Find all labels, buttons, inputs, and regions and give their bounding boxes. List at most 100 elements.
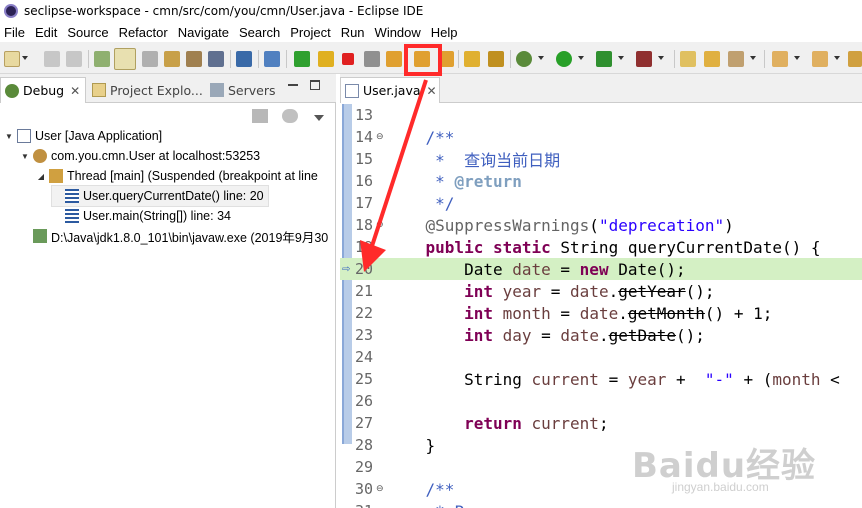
skip-breakpoints-icon[interactable] [264,51,280,67]
coverage-icon[interactable] [596,51,612,67]
fold-toggle-icon[interactable]: ⊖ [376,132,384,142]
tab-project-explorer[interactable]: Project Explo... [88,77,204,103]
code-text[interactable]: Date date = new Date(); [387,260,686,279]
code-text[interactable]: int month = date.getMonth() + 1; [387,304,772,323]
line-number[interactable]: 24 [355,348,387,366]
previous-annotation-icon[interactable] [812,51,828,67]
menu-help[interactable]: Help [427,25,464,40]
tree-item-stack-frame[interactable]: User.queryCurrentDate() line: 20 [51,185,269,207]
tab-debug[interactable]: Debug ✕ [0,77,86,103]
step-into-icon[interactable] [386,51,402,67]
line-number[interactable]: 27 [355,414,387,432]
tree-item-java-application[interactable]: ▼ User [Java Application] [4,126,162,146]
minimize-icon[interactable] [288,84,298,86]
menu-edit[interactable]: Edit [31,25,63,40]
tree-item-stack-frame[interactable]: User.main(String[]) line: 34 [52,206,231,226]
toggle-breadcrumb-icon[interactable] [94,51,110,67]
search-icon[interactable] [728,51,744,67]
drop-to-frame-icon[interactable] [464,51,480,67]
save-icon[interactable] [44,51,60,67]
code-line[interactable]: 15 * 查询当前日期 [340,148,862,170]
last-edit-location-icon[interactable] [848,51,862,67]
code-text[interactable]: @SuppressWarnings("deprecation") [387,216,734,235]
mark-occurrences-icon[interactable] [114,48,136,70]
code-line[interactable]: 26 [340,390,862,412]
use-step-filters-icon[interactable] [488,51,504,67]
code-line[interactable]: 21 int year = date.getYear(); [340,280,862,302]
next-annotation-dropdown-icon[interactable] [794,56,800,60]
expand-twisty-icon[interactable]: ◢ [36,172,46,181]
code-text[interactable]: return current; [387,414,609,433]
line-number[interactable]: 15 [355,150,387,168]
collapse-all-icon[interactable] [282,109,298,123]
line-number[interactable]: 31 [355,502,387,508]
line-number[interactable]: 17 [355,194,387,212]
tree-item-debug-target[interactable]: ▼ com.you.cmn.User at localhost:53253 [20,146,260,166]
expand-twisty-icon[interactable]: ▼ [20,152,30,161]
line-number[interactable]: 29 [355,458,387,476]
show-whitespace-icon[interactable] [164,51,180,67]
line-number[interactable]: 23 [355,326,387,344]
code-text[interactable]: String current = year + "-" + (month < [387,370,840,389]
run-icon[interactable] [556,51,572,67]
code-text[interactable]: /** [387,128,455,147]
code-line[interactable]: 23 int day = date.getDate(); [340,324,862,346]
line-number[interactable]: 19 [355,238,387,256]
console-icon[interactable] [236,51,252,67]
new-icon[interactable] [4,51,20,67]
code-text[interactable]: * Program [387,502,532,508]
disconnect-icon[interactable] [364,51,380,67]
open-type-icon[interactable] [680,51,696,67]
maximize-icon[interactable] [310,80,320,90]
line-number[interactable]: 28 [355,436,387,454]
tab-servers[interactable]: Servers [206,77,286,103]
menu-refactor[interactable]: Refactor [115,25,174,40]
code-line[interactable]: 16 * @return [340,170,862,192]
tab-user-java[interactable]: User.java ✕ [340,77,440,103]
code-line[interactable]: 18 ⊖ @SuppressWarnings("deprecation") [340,214,862,236]
code-text[interactable]: /** [387,480,455,499]
menu-window[interactable]: Window [371,25,427,40]
current-line[interactable]: 20 ⇨ Date date = new Date(); [340,258,862,280]
code-line[interactable]: 22 int month = date.getMonth() + 1; [340,302,862,324]
expand-twisty-icon[interactable]: ▼ [4,132,14,141]
run-dropdown-icon[interactable] [578,56,584,60]
word-wrap-icon[interactable] [186,51,202,67]
line-number[interactable]: 20 [355,260,387,278]
line-number[interactable]: 26 [355,392,387,410]
code-text[interactable]: * @return [387,172,522,191]
code-line[interactable]: 13 [340,104,862,126]
menu-source[interactable]: Source [63,25,114,40]
fold-toggle-icon[interactable]: ⊖ [376,220,384,230]
view-menu-icon[interactable] [314,115,324,121]
menu-project[interactable]: Project [286,25,336,40]
fold-toggle-icon[interactable]: ⊖ [376,484,384,494]
code-text[interactable]: */ [387,194,454,213]
suspend-icon[interactable] [318,51,334,67]
new-dropdown-icon[interactable] [22,56,28,60]
code-text[interactable]: int day = date.getDate(); [387,326,705,345]
code-line[interactable]: 27 return current; [340,412,862,434]
pilcrow-icon[interactable] [208,51,224,67]
coverage-dropdown-icon[interactable] [618,56,624,60]
resume-icon[interactable] [294,51,310,67]
line-number[interactable]: 25 [355,370,387,388]
next-annotation-icon[interactable] [772,51,788,67]
code-line[interactable]: 17 */ [340,192,862,214]
menu-run[interactable]: Run [337,25,371,40]
terminate-icon[interactable] [342,53,354,65]
previous-annotation-dropdown-icon[interactable] [834,56,840,60]
line-number[interactable]: 16 [355,172,387,190]
menu-navigate[interactable]: Navigate [174,25,235,40]
line-number[interactable]: 13 [355,106,387,124]
toggle-block-selection-icon[interactable] [142,51,158,67]
menu-search[interactable]: Search [235,25,286,40]
remove-all-terminated-icon[interactable] [252,109,268,123]
code-line[interactable]: 25 String current = year + "-" + (month … [340,368,862,390]
close-icon[interactable]: ✕ [427,84,437,98]
close-icon[interactable]: ✕ [70,84,80,98]
code-line[interactable]: 19 public static String queryCurrentDate… [340,236,862,258]
code-text[interactable]: int year = date.getYear(); [387,282,715,301]
debug-bug-icon[interactable] [516,51,532,67]
line-number[interactable]: 21 [355,282,387,300]
